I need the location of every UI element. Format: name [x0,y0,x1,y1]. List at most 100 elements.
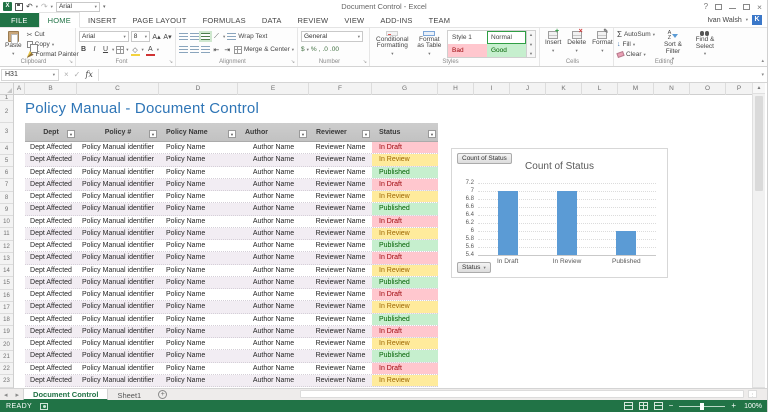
font-family-dropdown[interactable]: Arial ▾ [79,31,129,42]
column-header-i[interactable]: I [474,83,510,95]
row-header-11[interactable]: 11 [0,228,13,241]
style-gallery-scroll[interactable]: ▲ ▼ ▼ [527,30,536,58]
row-header-3[interactable]: 3 [0,123,13,143]
chevron-down-icon[interactable]: ▾ [126,47,128,53]
column-header-policy-[interactable]: Policy # ▼ [77,123,159,141]
column-header-l[interactable]: L [582,83,618,95]
column-header-a[interactable]: A [14,83,25,95]
table-row[interactable]: Dept Affected Policy Manual identifier Pol… [25,350,438,363]
sort-filter-button[interactable]: AZ Sort & Filter ▾ [659,30,687,61]
comma-style-icon[interactable]: , [319,46,321,53]
ribbon-tab-review[interactable]: REVIEW [290,13,337,27]
save-icon[interactable] [15,2,23,11]
underline-button[interactable]: U [101,45,110,55]
redo-dropdown-icon[interactable]: ▾ [51,4,53,10]
page-break-view-icon[interactable] [653,402,663,410]
vertical-scrollbar[interactable]: ▲ [752,83,765,388]
ribbon-display-options-icon[interactable] [715,3,723,10]
column-header-status[interactable]: Status ▼ [372,123,438,141]
table-row[interactable]: Dept Affected Policy Manual identifier Pol… [25,203,438,216]
column-header-policy-name[interactable]: Policy Name ▼ [159,123,238,141]
copy-button[interactable]: Copy ▾ [26,40,79,53]
ribbon-tab-insert[interactable]: INSERT [80,13,125,27]
chevron-down-icon[interactable]: ▾ [112,47,114,53]
style-cell-bad[interactable]: Bad [448,44,487,57]
table-row[interactable]: Dept Affected Policy Manual identifier Pol… [25,191,438,204]
table-row[interactable]: Dept Affected Policy Manual identifier Pol… [25,289,438,302]
table-row[interactable]: Dept Affected Policy Manual identifier Pol… [25,142,438,155]
row-header-16[interactable]: 16 [0,290,13,302]
column-header-n[interactable]: N [654,83,690,95]
row-header-6[interactable]: 6 [0,167,13,180]
tab-scroll-left-icon[interactable]: ◂ [0,391,12,399]
confirm-entry-icon[interactable]: ✓ [74,70,81,79]
column-header-k[interactable]: K [546,83,582,95]
borders-icon[interactable] [116,45,125,54]
vertical-scroll-thumb[interactable] [755,96,763,191]
increase-indent-icon[interactable]: ⇥ [223,45,232,55]
row-header-21[interactable]: 21 [0,351,13,363]
row-header-12[interactable]: 12 [0,241,13,253]
chevron-down-icon[interactable]: ▾ [142,47,144,53]
zoom-slider-thumb[interactable] [700,402,705,410]
qat-font-dropdown[interactable]: Arial ▾ [55,1,100,12]
insert-cells-button[interactable]: Insert▾ [543,29,563,58]
ribbon-tab-file[interactable]: FILE [0,13,39,27]
ribbon-tab-home[interactable]: HOME [38,12,80,28]
select-all-corner[interactable] [0,83,14,95]
zoom-slider[interactable] [679,402,726,410]
name-box[interactable]: H31 ▾ [1,68,59,81]
new-sheet-icon[interactable]: + [158,390,168,399]
table-row[interactable]: Dept Affected Policy Manual identifier Pol… [25,154,438,167]
table-row[interactable]: Dept Affected Policy Manual identifier Pol… [25,362,438,375]
autosum-button[interactable]: Σ AutoSum ▾ [617,30,655,39]
ribbon-tab-add-ins[interactable]: ADD-INS [372,13,420,27]
restore-icon[interactable] [743,3,751,10]
column-header-d[interactable]: D [159,83,238,95]
decrease-decimal-icon[interactable]: .00 [330,46,339,53]
row-header-18[interactable]: 18 [0,314,13,327]
number-format-dropdown[interactable]: General ▾ [301,31,363,42]
table-row[interactable]: Dept Affected Policy Manual identifier Pol… [25,240,438,253]
ribbon-tab-view[interactable]: VIEW [336,13,372,27]
find-select-button[interactable]: Find & Select ▾ [691,30,719,58]
pivot-chart[interactable]: Count of Status Count of Status 7.2 7 6.8 6… [451,148,668,278]
row-header-9[interactable]: 9 [0,204,13,216]
font-size-dropdown[interactable]: 8 ▾ [130,31,150,42]
align-middle-icon[interactable] [190,33,199,40]
table-row[interactable]: Dept Affected Policy Manual identifier Pol… [25,374,438,387]
scrollbar-split-handle[interactable]: ⋮ [748,390,757,398]
collapse-ribbon-icon[interactable]: ▴ [761,58,764,64]
align-right-icon[interactable] [200,46,210,53]
fill-button[interactable]: ↓ Fill ▾ [617,40,655,49]
row-header-13[interactable]: 13 [0,253,13,265]
macro-record-icon[interactable] [40,402,49,410]
column-header-reviewer[interactable]: Reviewer ▼ [309,123,372,141]
percent-style-icon[interactable]: % [311,46,317,53]
user-name[interactable]: Ivan Walsh [707,17,741,24]
row-header-5[interactable]: 5 [0,155,13,167]
row-header-15[interactable]: 15 [0,277,13,290]
grid-area[interactable]: Policy Manual - Document Control Dept ▼ Po… [14,95,753,388]
ribbon-tab-data[interactable]: DATA [254,13,290,27]
help-icon[interactable]: ? [704,2,708,11]
font-dialog-launcher-icon[interactable]: ↘ [169,59,173,65]
chart-bar[interactable] [557,191,577,255]
table-row[interactable]: Dept Affected Policy Manual identifier Pol… [25,178,438,191]
chart-bar[interactable] [616,231,637,255]
row-header-20[interactable]: 20 [0,339,13,351]
zoom-in-icon[interactable]: + [731,402,736,410]
filter-dropdown-icon[interactable]: ▼ [67,130,75,138]
close-icon[interactable]: × [757,2,762,12]
delete-cells-button[interactable]: Delete▾ [565,29,588,58]
orientation-icon[interactable]: ⟋ [212,32,221,42]
insert-function-icon[interactable]: fx [85,70,92,79]
column-header-f[interactable]: F [309,83,372,95]
ribbon-tab-team[interactable]: TEAM [421,13,459,27]
merge-center-button[interactable]: Merge & Center ▾ [233,45,294,54]
style-cell-normal[interactable]: Normal [487,31,526,44]
filter-dropdown-icon[interactable]: ▼ [299,130,307,138]
chevron-down-icon[interactable]: ▾ [157,47,159,53]
chart-bar[interactable] [497,191,518,255]
font-color-icon[interactable]: A [145,45,155,56]
